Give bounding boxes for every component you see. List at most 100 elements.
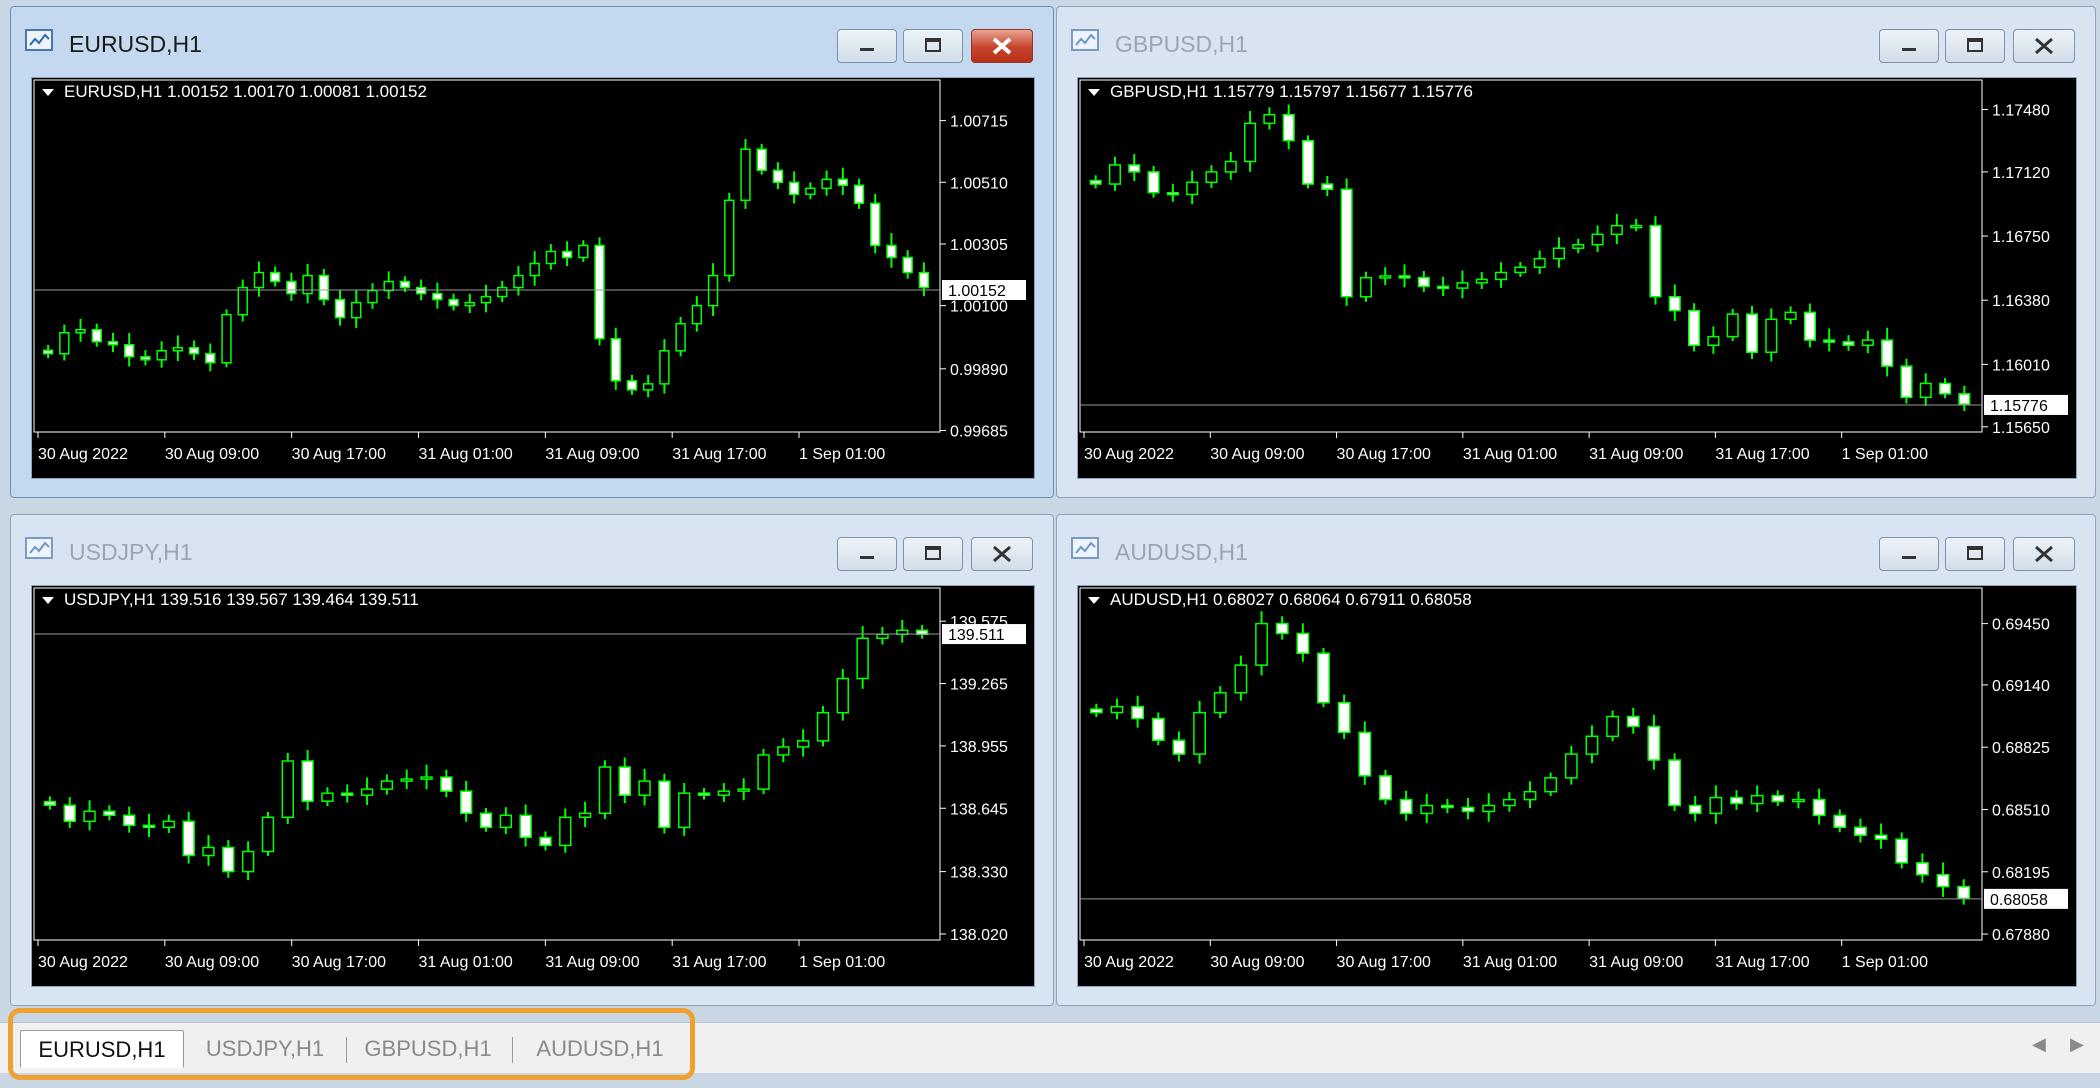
title-bar[interactable]: AUDUSD,H1: [1057, 515, 2095, 583]
candle-body: [1668, 295, 1681, 312]
candle-body: [1172, 739, 1186, 755]
candle-body: [594, 244, 605, 340]
window-title: USDJPY,H1: [69, 539, 193, 565]
candle-body: [351, 301, 362, 319]
candle-body: [1255, 622, 1268, 666]
time-axis-label: 30 Aug 09:00: [1210, 446, 1304, 463]
candle-body: [737, 788, 750, 792]
candle-body: [1359, 276, 1372, 298]
candle-body: [1610, 224, 1623, 236]
price-axis-label: 0.99685: [950, 423, 1008, 440]
maximize-button[interactable]: [903, 537, 963, 571]
candle-body: [1193, 711, 1207, 755]
candle-body: [1874, 834, 1888, 840]
title-bar[interactable]: EURUSD,H1: [11, 7, 1053, 75]
candle-body: [432, 292, 443, 301]
dropdown-triangle-icon: [1088, 89, 1100, 96]
tab-audusd[interactable]: AUDUSD,H1: [518, 1030, 682, 1068]
close-button[interactable]: [2013, 29, 2075, 63]
candle-body: [1502, 798, 1516, 807]
maximize-button[interactable]: [1945, 29, 2005, 63]
candle-body: [222, 846, 235, 873]
candle-body: [1833, 814, 1847, 829]
tab-gbpusd[interactable]: GBPUSD,H1: [352, 1030, 504, 1068]
chart-window-icon: [1071, 29, 1099, 51]
plot-frame: [1079, 79, 1983, 433]
chart-window-eurusd[interactable]: EURUSD,H1 EURUSD,H1 1.00152 1.00170 1.00…: [10, 6, 1054, 498]
candle-body: [1919, 382, 1932, 399]
price-axis-label: 139.265: [950, 677, 1008, 694]
close-button[interactable]: [971, 537, 1033, 571]
time-axis-label: 1 Sep 01:00: [799, 954, 885, 971]
tab-eurusd[interactable]: EURUSD,H1: [20, 1030, 184, 1068]
chart-area-audusd[interactable]: AUDUSD,H1 0.68027 0.68064 0.67911 0.6805…: [1077, 585, 2077, 987]
candle-body: [1205, 171, 1218, 184]
candle-body: [221, 313, 232, 364]
close-button[interactable]: [2013, 537, 2075, 571]
candle-body: [1784, 311, 1797, 321]
candle-body: [870, 202, 881, 247]
candle-body: [1533, 257, 1546, 269]
candle-body: [1591, 233, 1604, 246]
candle-body: [1938, 382, 1952, 395]
candle-body: [678, 792, 691, 829]
candle-body: [618, 766, 631, 796]
chart-window-audusd[interactable]: AUDUSD,H1 AUDUSD,H1 0.68027 0.68064 0.67…: [1056, 514, 2096, 1006]
candle-body: [123, 344, 135, 358]
time-axis-label: 31 Aug 01:00: [1463, 446, 1557, 463]
candle-body: [1244, 122, 1257, 163]
candle-body: [610, 337, 621, 382]
time-axis-label: 30 Aug 17:00: [292, 954, 386, 971]
minimize-button[interactable]: [1879, 537, 1939, 571]
candle-body: [697, 792, 711, 796]
candle-body: [1514, 266, 1527, 274]
candle-body: [1475, 278, 1488, 284]
candle-body: [545, 250, 557, 265]
minimize-button[interactable]: [1879, 29, 1939, 63]
time-axis-label: 30 Aug 17:00: [1337, 954, 1431, 971]
current-price-label: 139.511: [948, 627, 1005, 644]
title-bar[interactable]: USDJPY,H1: [11, 515, 1053, 583]
candle-body: [1482, 804, 1496, 813]
price-axis-label: 1.00510: [950, 175, 1008, 192]
tab-usdjpy[interactable]: USDJPY,H1: [190, 1030, 340, 1068]
candle-body: [1417, 276, 1430, 288]
candle-body: [237, 286, 248, 316]
maximize-button[interactable]: [1945, 537, 2005, 571]
chart-window-usdjpy[interactable]: USDJPY,H1 USDJPY,H1 139.516 139.567 139.…: [10, 514, 1054, 1006]
candle-body: [162, 820, 176, 829]
minimize-button[interactable]: [837, 537, 897, 571]
chart-area-eurusd[interactable]: EURUSD,H1 1.00152 1.00170 1.00081 1.0015…: [31, 77, 1035, 479]
scroll-left-icon[interactable]: ◀: [2032, 1034, 2046, 1055]
candle-body: [1765, 318, 1778, 353]
candle-body: [1707, 335, 1720, 347]
candle-body: [202, 846, 215, 857]
candle-body: [1606, 715, 1620, 738]
minimize-button[interactable]: [837, 29, 897, 63]
candle-body: [837, 178, 849, 187]
maximize-button[interactable]: [903, 29, 963, 63]
candle-body: [529, 262, 540, 277]
chart-window-gbpusd[interactable]: GBPUSD,H1 GBPUSD,H1 1.15779 1.15797 1.15…: [1056, 6, 2096, 498]
candle-body: [182, 820, 195, 857]
time-axis-label: 31 Aug 01:00: [419, 954, 513, 971]
candle-body: [156, 350, 167, 361]
scroll-right-icon[interactable]: ▶: [2070, 1034, 2084, 1055]
candle-body: [142, 824, 156, 829]
time-axis-label: 30 Aug 09:00: [165, 954, 259, 971]
candle-body: [1523, 790, 1537, 801]
title-bar[interactable]: GBPUSD,H1: [1057, 7, 2095, 75]
time-axis-label: 31 Aug 17:00: [672, 446, 766, 463]
candle-body: [321, 792, 334, 802]
chart-area-gbpusd[interactable]: GBPUSD,H1 1.15779 1.15797 1.15677 1.1577…: [1077, 77, 2077, 479]
chart-area-usdjpy[interactable]: USDJPY,H1 139.516 139.567 139.464 139.51…: [31, 585, 1035, 987]
time-axis-label: 31 Aug 17:00: [672, 954, 766, 971]
time-axis-label: 1 Sep 01:00: [799, 446, 885, 463]
close-button[interactable]: [971, 29, 1033, 63]
price-axis-label: 0.68510: [1992, 802, 2050, 819]
candle-body: [1649, 224, 1662, 298]
price-axis-label: 0.68195: [1992, 865, 2050, 882]
time-axis-label: 30 Aug 17:00: [1337, 446, 1431, 463]
tab-separator: [346, 1037, 347, 1063]
price-axis-label: 1.00715: [950, 114, 1008, 131]
